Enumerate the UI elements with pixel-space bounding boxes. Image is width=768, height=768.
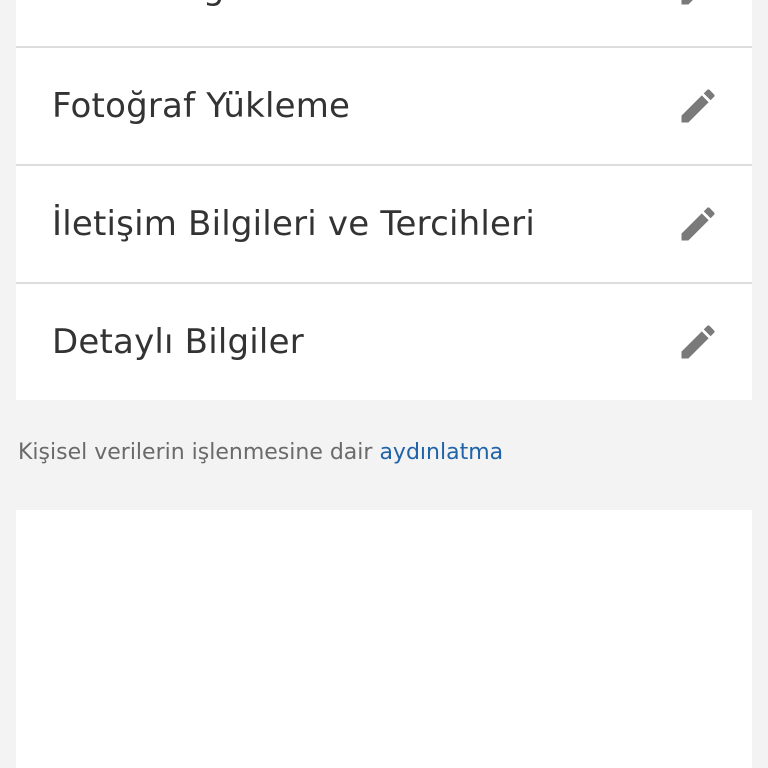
menu-item-photo-upload[interactable]: Fotoğraf Yükleme — [16, 48, 752, 166]
pencil-icon[interactable] — [676, 84, 720, 128]
menu-item-address-info[interactable]: Adres Bilgileri — [16, 0, 752, 48]
privacy-notice-section: Kişisel verilerin işlenmesine dair aydın… — [16, 400, 752, 510]
menu-item-label: Fotoğraf Yükleme — [52, 86, 351, 126]
menu-item-label: Adres Bilgileri — [52, 0, 289, 8]
menu-item-detailed-info[interactable]: Detaylı Bilgiler — [16, 284, 752, 400]
privacy-notice-prefix: Kişisel verilerin işlenmesine dair — [18, 440, 373, 465]
pencil-icon[interactable] — [676, 0, 720, 10]
empty-content-area — [16, 510, 752, 768]
profile-settings-panel: Adres Bilgileri Fotoğraf Yükleme İletişi… — [16, 0, 752, 768]
profile-menu-list: Adres Bilgileri Fotoğraf Yükleme İletişi… — [16, 0, 752, 400]
pencil-icon[interactable] — [676, 202, 720, 246]
privacy-notice-text: Kişisel verilerin işlenmesine dair aydın… — [18, 440, 503, 465]
menu-item-label: Detaylı Bilgiler — [52, 322, 304, 362]
menu-item-label: İletişim Bilgileri ve Tercihleri — [52, 204, 535, 244]
menu-item-contact-preferences[interactable]: İletişim Bilgileri ve Tercihleri — [16, 166, 752, 284]
pencil-icon[interactable] — [676, 320, 720, 364]
privacy-notice-link[interactable]: aydınlatma — [379, 440, 503, 465]
